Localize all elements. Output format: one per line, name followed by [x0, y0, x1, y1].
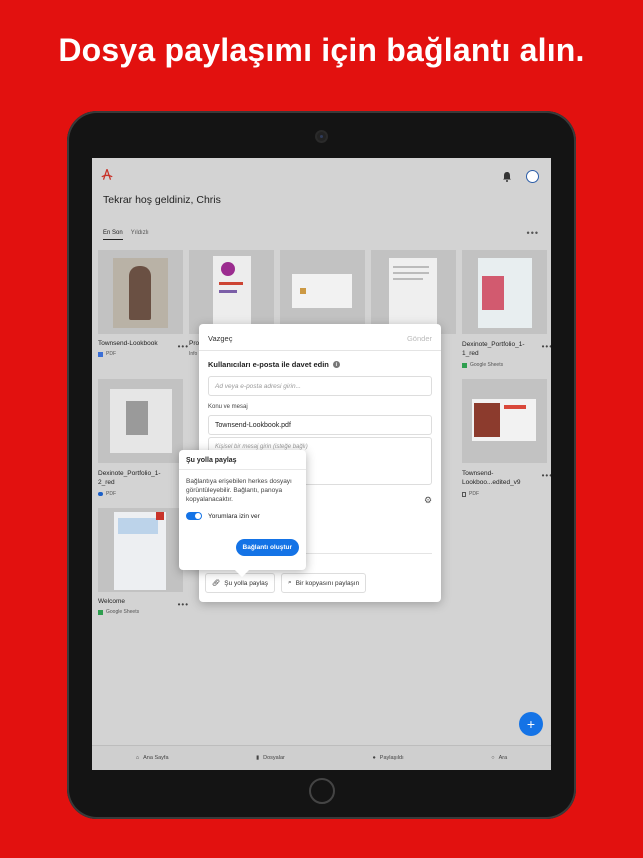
file-type: PDF: [106, 351, 116, 357]
google-drive-icon: [98, 609, 103, 615]
home-button[interactable]: [309, 778, 335, 804]
allow-comments-toggle[interactable]: [186, 512, 202, 520]
share-copy-label: Bir kopyasını paylaşın: [295, 579, 360, 587]
file-type: Google Sheets: [106, 609, 140, 615]
file-icon: ▮: [256, 755, 260, 761]
google-drive-icon: [462, 362, 467, 368]
subject-label: Konu ve mesaj: [208, 404, 248, 410]
email-input[interactable]: Ad veya e-posta adresi girin...: [208, 376, 432, 396]
file-card[interactable]: Dexinote_Portfolio_1-1_red Google Sheets…: [462, 250, 551, 368]
nav-files[interactable]: ▮ Dosyalar: [256, 755, 285, 761]
file-more-icon[interactable]: •••: [542, 471, 551, 480]
file-name: Welcome: [98, 598, 125, 605]
nav-label: Ana Sayfa: [143, 755, 169, 761]
file-type: PDF: [106, 491, 116, 497]
search-icon: ○: [491, 755, 495, 761]
popover-title: Şu yolla paylaş: [186, 457, 237, 464]
acrobat-logo-icon: [101, 168, 113, 180]
link-icon: 🔗︎: [212, 580, 221, 587]
file-thumbnail[interactable]: [98, 379, 183, 463]
app-screen: Tekrar hoş geldiniz, Chris En Son Yıldız…: [92, 158, 551, 770]
file-more-icon[interactable]: •••: [542, 342, 551, 351]
file-more-icon[interactable]: •••: [178, 342, 189, 351]
file-thumbnail[interactable]: [462, 250, 547, 334]
file-card[interactable]: [371, 250, 456, 334]
file-name: Dexinote_Portfolio_1-2_red: [98, 470, 161, 486]
info-icon[interactable]: i: [332, 361, 340, 368]
file-thumbnail[interactable]: [98, 250, 183, 334]
file-type: PDF: [469, 491, 479, 497]
profile-avatar-icon[interactable]: [526, 170, 539, 183]
cancel-button[interactable]: Vazgeç: [208, 334, 232, 343]
file-name: Townsend-Lookboo...edited_v9: [462, 470, 521, 486]
onedrive-icon: [98, 492, 103, 496]
nav-search[interactable]: ○ Ara: [491, 755, 507, 761]
people-icon: ●: [372, 755, 376, 761]
share-copy-button[interactable]: ⌕ Bir kopyasını paylaşın: [281, 573, 367, 593]
camera: [317, 132, 326, 141]
file-thumbnail[interactable]: [280, 250, 365, 334]
ipad-frame: Tekrar hoş geldiniz, Chris En Son Yıldız…: [67, 111, 576, 819]
divider: [179, 469, 306, 470]
file-more-icon[interactable]: •••: [178, 600, 189, 609]
send-button[interactable]: Gönder: [407, 334, 432, 343]
file-tabs: En Son Yıldızlı: [103, 230, 149, 240]
nav-label: Ara: [498, 755, 508, 761]
nav-shared[interactable]: ● Paylaşıldı: [372, 755, 403, 761]
create-link-button[interactable]: Bağlantı oluştur: [235, 539, 299, 556]
share-link-popover: Şu yolla paylaş Bağlantıya erişebilen he…: [179, 450, 306, 570]
file-thumbnail[interactable]: [98, 508, 183, 592]
add-fab-button[interactable]: +: [519, 712, 543, 736]
home-icon: ⌂: [135, 755, 140, 761]
invite-section-title: Kullanıcıları e-posta ile davet edin i: [208, 360, 340, 369]
file-thumbnail[interactable]: [371, 250, 456, 334]
allow-comments-label: Yorumlara izin ver: [208, 512, 260, 520]
file-card[interactable]: Townsend-Lookbook PDF •••: [98, 250, 188, 357]
file-card[interactable]: Dexinote_Portfolio_1-2_red PDF: [98, 379, 183, 497]
share-link-label: Şu yolla paylaş: [224, 579, 268, 587]
more-options-icon[interactable]: •••: [527, 228, 539, 238]
dropbox-icon: [98, 351, 103, 357]
subject-input[interactable]: Townsend-Lookbook.pdf: [208, 415, 432, 435]
nav-label: Dosyalar: [263, 755, 285, 761]
gear-icon[interactable]: ⚙: [424, 496, 433, 505]
allow-comments-row: Yorumlara izin ver: [186, 512, 260, 520]
file-card[interactable]: Townsend-Lookboo...edited_v9 PDF •••: [462, 379, 551, 497]
bottom-navigation: ⌂ Ana Sayfa ▮ Dosyalar ● Paylaşıldı ○ Ara: [92, 745, 551, 770]
headline: Dosya paylaşımı için bağlantı alın.: [58, 32, 585, 68]
notification-bell-icon[interactable]: [502, 171, 512, 182]
file-thumbnail[interactable]: [189, 250, 274, 334]
tab-recent[interactable]: En Son: [103, 230, 123, 240]
file-name: Dexinote_Portfolio_1-1_red: [462, 341, 525, 357]
file-card[interactable]: Welcome Google Sheets •••: [98, 508, 188, 615]
nav-home[interactable]: ⌂ Ana Sayfa: [136, 755, 169, 761]
attachment-icon: ⌕: [288, 579, 292, 586]
file-type: Google Sheets: [470, 362, 504, 368]
file-name: Pro: [189, 340, 200, 347]
tab-starred[interactable]: Yıldızlı: [131, 230, 149, 240]
nav-label: Paylaşıldı: [379, 755, 404, 761]
file-card[interactable]: [280, 250, 365, 334]
device-icon: [462, 491, 466, 497]
file-name: Townsend-Lookbook: [98, 340, 158, 347]
divider: [199, 350, 441, 351]
invite-title-text: Kullanıcıları e-posta ile davet edin: [208, 360, 329, 369]
popover-description: Bağlantıya erişebilen herkes dosyayı gör…: [186, 478, 292, 503]
file-name-truncated: Info: [189, 351, 198, 357]
file-thumbnail[interactable]: [462, 379, 547, 463]
welcome-message: Tekrar hoş geldiniz, Chris: [103, 194, 221, 206]
